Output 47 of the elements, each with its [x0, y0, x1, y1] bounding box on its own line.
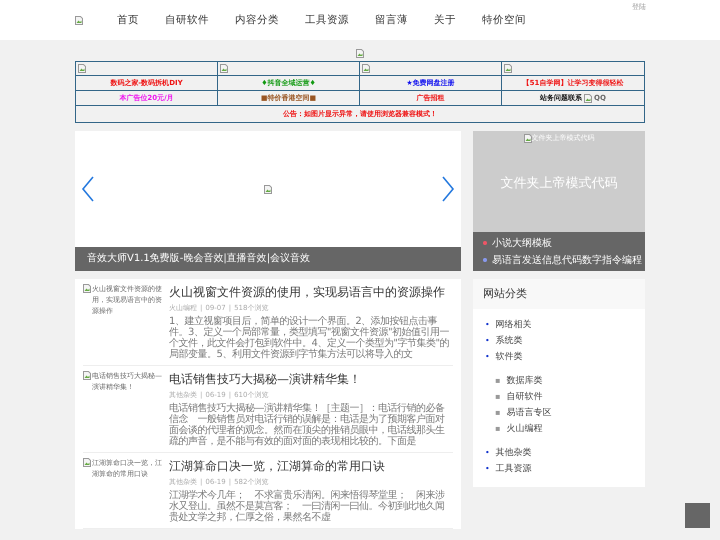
subcategory-link[interactable]: 易语言专区 [506, 405, 552, 421]
article-summary: 1、建立视窗项目后，简单的设计一个界面。2、添加按钮点击事件。3、定义一个局部常量，类型填写"视窗文件资源"初始值引用一个文件，此文件会打包到软件中。4、定义一个类型为"字节集类"的局部变量。5、利用文件资源到字节集方法可以将导入的文 [169, 316, 450, 360]
broken-image-icon [504, 64, 512, 73]
broken-image-icon [83, 371, 91, 380]
list-bullet: ▪ [495, 375, 500, 387]
category-link[interactable]: 工具资源 [496, 461, 532, 477]
broken-image-icon [584, 94, 592, 102]
broken-image-icon [362, 64, 370, 73]
subcategory-link[interactable]: 自研软件 [506, 389, 542, 405]
list-bullet: • [485, 447, 490, 459]
list-bullet: ▪ [495, 407, 500, 419]
nav-link[interactable]: 内容分类 [235, 13, 279, 27]
nav-link[interactable]: 留言薄 [375, 13, 408, 27]
nav-link[interactable]: 自研软件 [165, 13, 209, 27]
broken-image-icon [83, 284, 91, 293]
list-bullet: • [485, 351, 490, 363]
slide-caption[interactable]: 音效大师V1.1免费版-晚会音效|直播音效|会议音效 [75, 247, 461, 271]
category-link[interactable]: 其他杂类 [496, 445, 532, 461]
feature-link[interactable]: 小说大纲模板 [492, 236, 552, 250]
category-link[interactable]: 网络相关 [496, 317, 532, 333]
broken-image-icon [75, 16, 83, 24]
broken-image-icon [78, 64, 86, 73]
nav-link[interactable]: 特价空间 [482, 13, 526, 27]
feature-link[interactable]: 易语言发送信息代码数字指令编程 [492, 253, 642, 267]
panel-title: 网站分类 [473, 279, 645, 309]
category-link[interactable]: 系统类 [496, 333, 523, 349]
subcategory-link[interactable]: 火山编程 [506, 421, 542, 437]
broken-image-icon [220, 64, 228, 73]
list-bullet: • [485, 463, 490, 475]
article-summary: 电话销售技巧大揭秘—演讲精华集！［主题一］：电话行销的必备信念 一般销售员对电话行销的误解是：电话是为了预期客户面对面会谈的代理者的观念。然而在顶尖的推销员眼中，电话线那头生疏的声音，是不能与有效的面对面的表现相比较的。下面是 [169, 403, 446, 447]
article-title[interactable]: 江湖算命口决一览，江湖算命的常用口诀 [169, 458, 453, 475]
nav-link[interactable]: 首页 [117, 13, 139, 27]
article-summary: 江湖学术今几年； 不求富贵乐清闲。闲来悟得琴堂里； 闲来涉水又登山。虽然不是莫宫客； 一曰清闲一曰仙。今初到此地久闻贵处文学之邦，仁厚之俗，果然名不虚 [169, 490, 446, 523]
article-title[interactable]: 电话销售技巧大揭秘—演讲精华集！ [169, 371, 453, 388]
list-bullet: • [485, 335, 490, 347]
broken-image-icon [264, 184, 272, 194]
broken-image-icon [356, 49, 364, 58]
nav-link[interactable]: 关于 [434, 13, 456, 27]
article-title[interactable]: 火山视窗文件资源的使用，实现易语言中的资源操作 [169, 284, 453, 301]
category-link[interactable]: 软件类 [496, 349, 523, 365]
nav-link[interactable]: 工具资源 [305, 13, 349, 27]
list-bullet: ▪ [495, 423, 500, 435]
subcategory-link[interactable]: 数据库类 [506, 373, 542, 389]
broken-image-icon [524, 134, 532, 143]
broken-image-icon [83, 458, 91, 467]
list-bullet: • [485, 319, 490, 331]
list-bullet: ▪ [495, 391, 500, 403]
